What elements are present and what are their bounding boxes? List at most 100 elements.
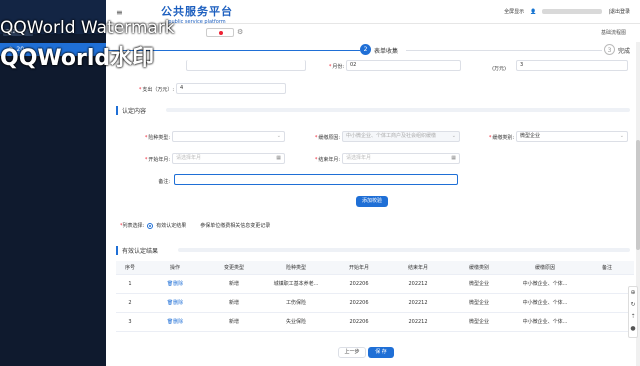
expense-label: *支出（万元）: — [138, 87, 174, 93]
table-cell-end: 202212 — [388, 274, 448, 294]
table-header-cell: 操作 — [144, 261, 206, 275]
tab-dot-icon — [219, 31, 223, 35]
table-cell-start: 202206 — [330, 274, 388, 294]
section-title-results: 有效认定结果 — [116, 246, 158, 255]
flow-chart-link[interactable]: 基础流程图 — [601, 29, 626, 36]
section-divider — [178, 248, 630, 252]
remark-input[interactable] — [174, 174, 458, 185]
radio-change-records-label[interactable]: 参保单位缴费相关信息变更记录 — [200, 222, 270, 229]
user-name-redacted — [542, 9, 603, 14]
table-cell-note — [580, 293, 634, 313]
table-cell-type: 城镇职工基本养老... — [262, 274, 330, 294]
section-divider — [166, 108, 630, 112]
prev-step-button[interactable]: 上一步 — [338, 347, 366, 358]
table-header-cell: 缓缴原因 — [510, 261, 580, 275]
remark-label: 备注: — [158, 179, 170, 185]
add-verify-button[interactable]: 添加校验 — [356, 196, 388, 207]
table-cell-idx: 2 — [116, 293, 144, 313]
zoom-in-icon[interactable]: ⊕ — [629, 287, 637, 299]
delete-label[interactable]: 删除 — [173, 281, 183, 287]
delete-label[interactable]: 删除 — [173, 300, 183, 306]
table-header-cell: 备注 — [580, 261, 634, 275]
category-label: *缓缴类别: — [488, 135, 514, 141]
end-month-label: *结束年月: — [314, 157, 340, 163]
results-table: 序号 操作 变更类型 险种类型 开始年月 结束年月 缓缴类别 缓缴原因 备注 1 🗑删除 新增 城镇职… — [116, 261, 634, 332]
top-header: ≡ 公共服务平台 public service platform 全屏显示 👤 … — [106, 0, 640, 25]
table-header-cell: 开始年月 — [330, 261, 388, 275]
month-field[interactable]: 02 — [346, 60, 461, 71]
delete-label[interactable]: 删除 — [173, 319, 183, 325]
logout-link[interactable]: |退出登录 — [608, 8, 630, 15]
expense-field[interactable]: 4 — [176, 83, 286, 94]
table-row: 1 🗑删除 新增 城镇职工基本养老... 202206 202212 微型企业 中小微企业、个… — [116, 274, 634, 294]
category-select[interactable]: 微型企业 ⌄ — [516, 131, 628, 142]
radio-valid-results-label[interactable]: 有效认定结果 — [156, 222, 186, 229]
end-month-picker[interactable]: 请选择年月 ▦ — [342, 153, 460, 164]
table-header-cell: 序号 — [116, 261, 144, 275]
table-cell-change: 新增 — [206, 312, 262, 332]
step-2-circle: 2 — [360, 44, 371, 55]
previous-field[interactable] — [186, 60, 306, 71]
calendar-icon: ▦ — [451, 155, 456, 161]
table-row: 2 🗑删除 新增 工伤保险 202206 202212 微型企业 中小微企业、个体... — [116, 293, 634, 313]
menu-toggle-icon[interactable]: ≡ — [116, 8, 123, 17]
table-cell-change: 新增 — [206, 274, 262, 294]
table-cell-start: 202206 — [330, 312, 388, 332]
amount-field-1[interactable]: 3 — [516, 60, 628, 71]
table-row: 3 🗑删除 新增 失业保险 202206 202212 微型企业 中小微企业、个体... — [116, 312, 634, 332]
refresh-icon[interactable]: ↻ — [629, 299, 637, 311]
table-cell-category: 微型企业 — [448, 293, 510, 313]
table-header-cell: 缓缴类别 — [448, 261, 510, 275]
user-avatar-icon: 👤 — [530, 8, 537, 15]
page-tab[interactable] — [206, 28, 234, 37]
tab-bar: ⚙ 基础流程图 — [106, 24, 640, 42]
delete-link[interactable]: 🗑删除 — [144, 274, 206, 294]
chevron-down-icon: ⌄ — [276, 133, 281, 139]
settings-gear-icon[interactable]: ⚙ — [237, 28, 243, 36]
delete-link[interactable]: 🗑删除 — [144, 293, 206, 313]
start-month-label: *开始年月: — [144, 157, 170, 163]
table-cell-note — [580, 274, 634, 294]
watermark-line-2: QQWorld水印 — [0, 46, 155, 71]
insurance-type-select[interactable]: ⌄ — [172, 131, 285, 142]
list-select-row: *列表选择: 有效认定结果 参保单位缴费相关信息变更记录 — [120, 222, 270, 229]
table-cell-type: 失业保险 — [262, 312, 330, 332]
delete-link[interactable]: 🗑删除 — [144, 312, 206, 332]
table-body: 1 🗑删除 新增 城镇职工基本养老... 202206 202212 微型企业 中小微企业、个… — [116, 274, 634, 332]
section-title-confirm: 认定内容 — [116, 106, 146, 115]
month-label: *月份: — [328, 64, 344, 70]
step-3-label: 完成 — [618, 48, 631, 55]
chevron-down-icon: ⌄ — [619, 133, 624, 139]
table-header-cell: 险种类型 — [262, 261, 330, 275]
table-header-cell: 变更类型 — [206, 261, 262, 275]
table-cell-idx: 1 — [116, 274, 144, 294]
save-button[interactable]: 保 存 — [368, 347, 394, 358]
scroll-top-icon[interactable]: ⇡ — [629, 311, 637, 323]
list-select-label: *列表选择: — [120, 223, 145, 229]
table-cell-change: 新增 — [206, 293, 262, 313]
radio-valid-results[interactable] — [147, 222, 154, 229]
calendar-icon: ▦ — [276, 155, 281, 161]
chevron-down-icon: ⌄ — [451, 133, 456, 139]
table-cell-reason: 中小微企业、个体... — [510, 312, 580, 332]
step-line-pending — [406, 50, 602, 51]
reason-select[interactable]: 中小微企业、个体工商户及社会组织缓缴 ⌄ — [342, 131, 460, 142]
start-month-picker[interactable]: 请选择年月 ▦ — [172, 153, 285, 164]
table-cell-category: 微型企业 — [448, 274, 510, 294]
table-cell-reason: 中小微企业、个体... — [510, 274, 580, 294]
step-progress: 2 表单收集 3 完成 — [106, 42, 640, 58]
table-cell-start: 202206 — [330, 293, 388, 313]
step-2-label: 表单收集 — [374, 48, 399, 55]
reason-label: *缓缴原因: — [314, 135, 340, 141]
table-cell-category: 微型企业 — [448, 312, 510, 332]
scrollbar-thumb[interactable] — [636, 140, 640, 250]
table-cell-idx: 3 — [116, 312, 144, 332]
table-cell-end: 202212 — [388, 293, 448, 313]
table-cell-type: 工伤保险 — [262, 293, 330, 313]
floating-toolbar: ⊕ ↻ ⇡ ● — [628, 286, 638, 338]
fullscreen-link[interactable]: 全屏显示 — [504, 8, 524, 15]
table-cell-end: 202212 — [388, 312, 448, 332]
insurance-type-label: *险种类型: — [144, 135, 170, 141]
tool-dot-icon[interactable]: ● — [629, 323, 637, 335]
table-cell-note — [580, 312, 634, 332]
